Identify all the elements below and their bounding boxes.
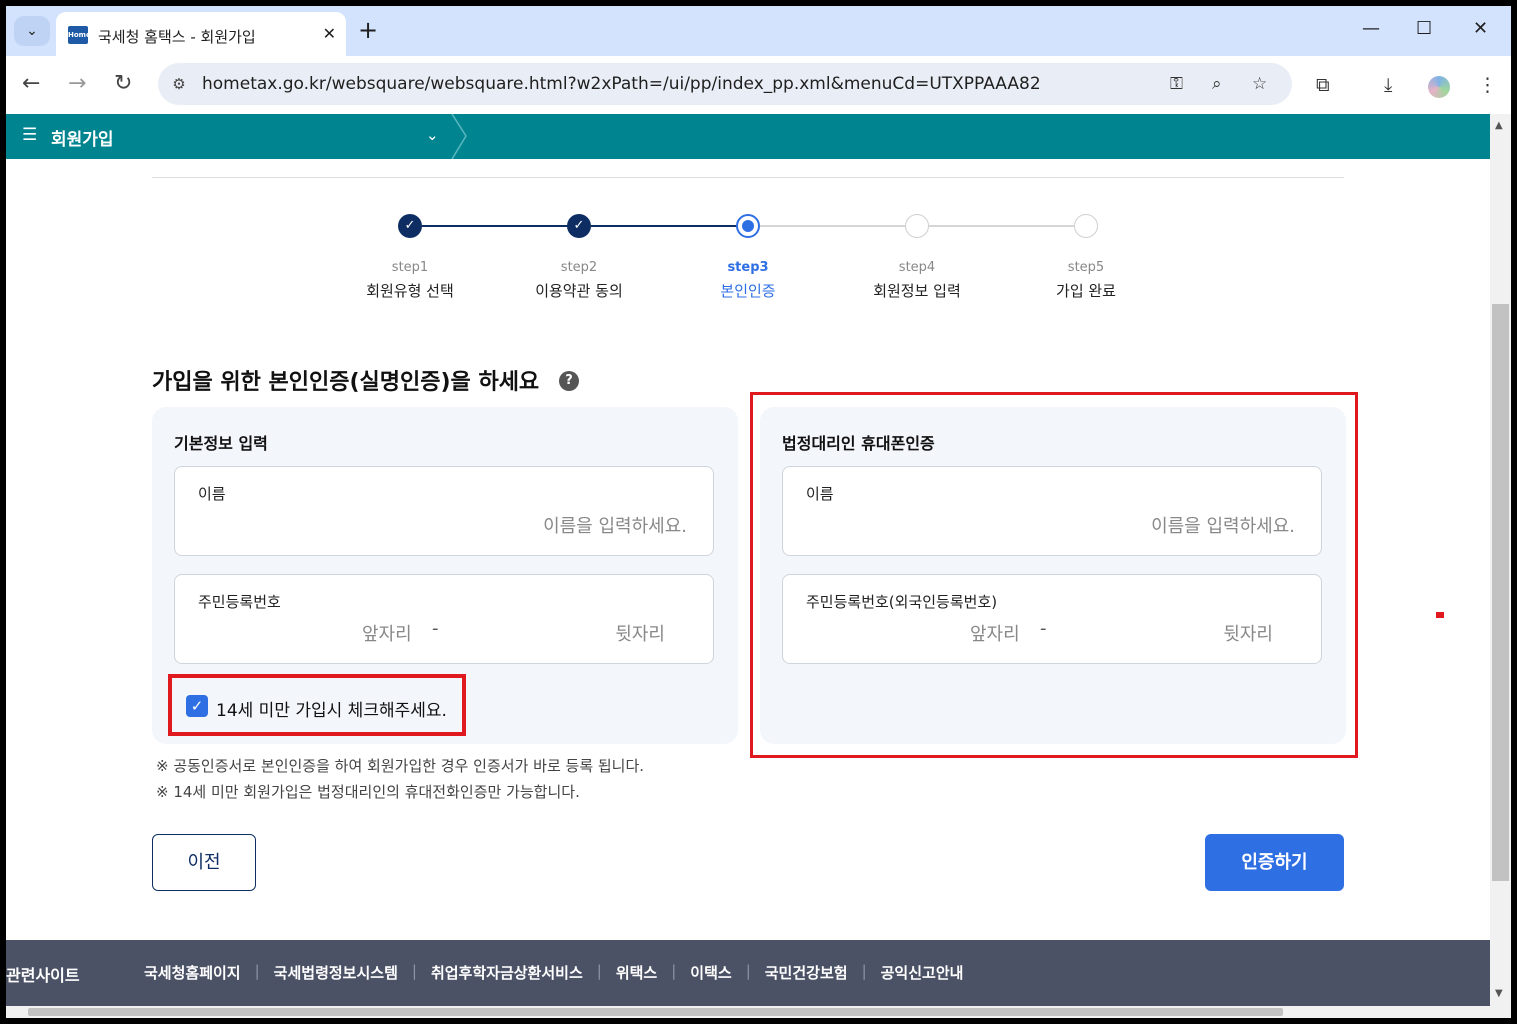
- step3-current-icon: [736, 214, 760, 238]
- progress-steps: ✓ ✓ step1 회원유형 선택 step2 이용약관 동의 step3 본인…: [6, 114, 1490, 314]
- divider: |: [411, 962, 417, 980]
- browser-window: ⌄ Home 국세청 홈택스 - 회원가입 ✕ + — ☐ ✕ ← → ↻ ⚙ …: [6, 6, 1511, 1018]
- browser-tab[interactable]: Home 국세청 홈택스 - 회원가입 ✕: [56, 12, 346, 56]
- page-content: ☰ 회원가입 ⌄ ✓ ✓ step1 회원유형 선택 step2 이용약관 동의…: [6, 114, 1490, 1018]
- footer-link[interactable]: 국세청홈페이지: [144, 962, 241, 983]
- rrn-field[interactable]: 주민등록번호 앞자리 - 뒷자리: [174, 574, 714, 664]
- url-text[interactable]: hometax.go.kr/websquare/websquare.html?w…: [202, 74, 1041, 94]
- step-connector: [591, 225, 737, 227]
- profile-avatar[interactable]: [1428, 76, 1450, 98]
- step1-check-icon: ✓: [398, 214, 422, 238]
- step-number: step5: [1067, 260, 1105, 275]
- footer-title: 관련사이트: [6, 966, 80, 985]
- zoom-icon[interactable]: ⌕: [1212, 74, 1222, 94]
- under14-highlight: ✓ 14세 미만 가입시 체크해주세요.: [168, 674, 466, 736]
- close-window-icon[interactable]: ✕: [1473, 18, 1488, 39]
- close-tab-icon[interactable]: ✕: [323, 24, 336, 43]
- forward-icon[interactable]: →: [68, 72, 86, 96]
- footer-link[interactable]: 위택스: [616, 962, 657, 983]
- authenticate-button[interactable]: 인증하기: [1205, 834, 1344, 891]
- help-icon[interactable]: ?: [559, 371, 579, 391]
- hometax-favicon-icon: Home: [68, 26, 91, 44]
- step-connector: [422, 225, 568, 227]
- scroll-up-icon[interactable]: ▲: [1495, 120, 1503, 131]
- note-line: ※ 공동인증서로 본인인증을 하여 회원가입한 경우 인증서가 바로 등록 됩니…: [156, 757, 645, 775]
- rrn-label: 주민등록번호: [198, 593, 281, 611]
- new-tab-icon[interactable]: +: [358, 16, 378, 44]
- more-menu-icon[interactable]: ⋮: [1478, 74, 1497, 96]
- step-name: 본인인증: [720, 282, 776, 300]
- tab-title: 국세청 홈택스 - 회원가입: [98, 28, 256, 46]
- divider: |: [745, 962, 751, 980]
- footer-link[interactable]: 취업후학자금상환서비스: [431, 962, 583, 983]
- maximize-icon[interactable]: ☐: [1416, 18, 1432, 39]
- footer-link[interactable]: 이택스: [690, 962, 731, 983]
- step-name: 가입 완료: [1056, 282, 1116, 300]
- download-icon[interactable]: ⤓: [1384, 74, 1392, 96]
- horizontal-scrollbar[interactable]: [6, 1006, 1490, 1018]
- step-name: 이용약관 동의: [535, 282, 623, 300]
- step-name: 회원정보 입력: [873, 282, 961, 300]
- step-connector: [929, 225, 1075, 227]
- extensions-icon[interactable]: ⧉: [1316, 74, 1330, 96]
- annotation-mark: [1436, 612, 1444, 618]
- step-number: step1: [391, 260, 429, 275]
- vertical-scrollbar[interactable]: ▲ ▼: [1490, 114, 1511, 1018]
- step-name: 회원유형 선택: [366, 282, 454, 300]
- footer-link[interactable]: 공익신고안내: [881, 962, 964, 983]
- footer-links: 국세청홈페이지 | 국세법령정보시스템 | 취업후학자금상환서비스 | 위택스 | 이택…: [144, 962, 963, 983]
- password-key-icon[interactable]: ⚿: [1170, 74, 1183, 94]
- step5-pending-icon: [1074, 214, 1098, 238]
- step4-pending-icon: [905, 214, 929, 238]
- rrn-back-input[interactable]: 뒷자리: [615, 620, 665, 646]
- name-input[interactable]: 이름을 입력하세요.: [543, 512, 687, 538]
- prev-button[interactable]: 이전: [152, 834, 256, 891]
- tab-strip: ⌄ Home 국세청 홈택스 - 회원가입 ✕ + — ☐ ✕: [6, 6, 1511, 56]
- back-icon[interactable]: ←: [22, 72, 40, 96]
- name-label: 이름: [198, 485, 226, 503]
- horizontal-scroll-thumb[interactable]: [28, 1008, 1283, 1016]
- site-info-icon[interactable]: ⚙: [168, 73, 190, 95]
- note-line: ※ 14세 미만 회원가입은 법정대리인의 휴대전화인증만 가능합니다.: [156, 783, 580, 801]
- step-number: step3: [727, 260, 769, 275]
- browser-toolbar: ← → ↻ ⚙ hometax.go.kr/websquare/websquar…: [6, 56, 1511, 114]
- rrn-dash: -: [432, 618, 439, 639]
- verification-title: 가입을 위한 본인인증(실명인증)을 하세요: [152, 370, 540, 395]
- under14-label[interactable]: 14세 미만 가입시 체크해주세요.: [216, 696, 447, 721]
- tab-search-button[interactable]: ⌄: [14, 16, 50, 46]
- footer: 관련사이트 국세청홈페이지 | 국세법령정보시스템 | 취업후학자금상환서비스 | 위…: [6, 940, 1490, 1006]
- reload-icon[interactable]: ↻: [114, 72, 132, 96]
- footer-link[interactable]: 국세법령정보시스템: [274, 962, 398, 983]
- under14-checkbox[interactable]: ✓: [186, 695, 208, 717]
- divider: |: [861, 962, 867, 980]
- divider: |: [596, 962, 602, 980]
- step-connector: [760, 225, 906, 227]
- scroll-down-icon[interactable]: ▼: [1495, 988, 1503, 999]
- name-field[interactable]: 이름 이름을 입력하세요.: [174, 466, 714, 556]
- divider: |: [671, 962, 677, 980]
- guardian-highlight: [750, 392, 1358, 758]
- step2-check-icon: ✓: [567, 214, 591, 238]
- card-title: 기본정보 입력: [174, 434, 268, 453]
- vertical-scroll-thumb[interactable]: [1492, 304, 1509, 881]
- minimize-icon[interactable]: —: [1362, 18, 1380, 39]
- divider: |: [254, 962, 260, 980]
- address-bar[interactable]: ⚙ hometax.go.kr/websquare/websquare.html…: [158, 63, 1292, 105]
- bookmark-star-icon[interactable]: ☆: [1252, 74, 1267, 94]
- step-number: step4: [898, 260, 936, 275]
- rrn-front-input[interactable]: 앞자리: [362, 620, 412, 646]
- footer-link[interactable]: 국민건강보험: [765, 962, 848, 983]
- step-number: step2: [560, 260, 598, 275]
